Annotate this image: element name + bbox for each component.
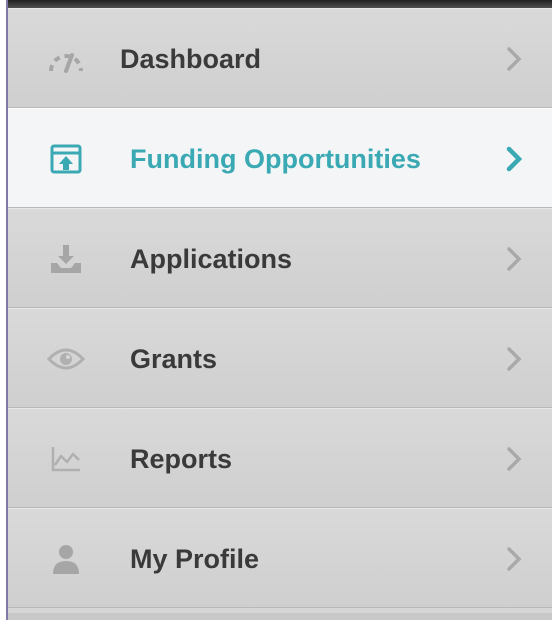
gauge-icon — [46, 39, 86, 79]
line-chart-icon — [46, 439, 86, 479]
user-icon — [46, 539, 86, 579]
chevron-right-icon — [507, 447, 522, 471]
menu-bottom-band — [8, 613, 552, 620]
download-tray-icon — [46, 239, 86, 279]
chevron-right-icon — [507, 247, 522, 271]
chevron-right-icon — [507, 347, 522, 371]
sidebar-item-grants[interactable]: Grants — [8, 308, 552, 408]
sidebar-item-label: Grants — [130, 344, 218, 374]
upload-box-icon — [46, 139, 86, 179]
chevron-right-icon — [507, 47, 522, 71]
chevron-right-icon — [506, 146, 523, 172]
sidebar-item-label: Funding Opportunities — [130, 144, 421, 174]
sidebar-item-dashboard[interactable]: Dashboard — [8, 8, 552, 108]
sidebar-item-label: My Profile — [130, 544, 260, 574]
sidebar-item-my-profile[interactable]: My Profile — [8, 508, 552, 608]
left-border — [0, 0, 8, 620]
top-edge — [0, 0, 552, 8]
sidebar-item-label: Reports — [130, 444, 233, 474]
sidebar-item-reports[interactable]: Reports — [8, 408, 552, 508]
chevron-right-icon — [507, 547, 522, 571]
sidebar-item-applications[interactable]: Applications — [8, 208, 552, 308]
sidebar-item-label: Applications — [130, 244, 293, 274]
sidebar-item-funding-opportunities[interactable]: Funding Opportunities — [8, 108, 552, 208]
sidebar-item-label: Dashboard — [120, 44, 262, 74]
eye-icon — [46, 339, 86, 379]
sidebar-menu: Dashboard Funding Opportunities Applicat… — [8, 8, 552, 613]
app-frame: Dashboard Funding Opportunities Applicat… — [0, 0, 552, 620]
